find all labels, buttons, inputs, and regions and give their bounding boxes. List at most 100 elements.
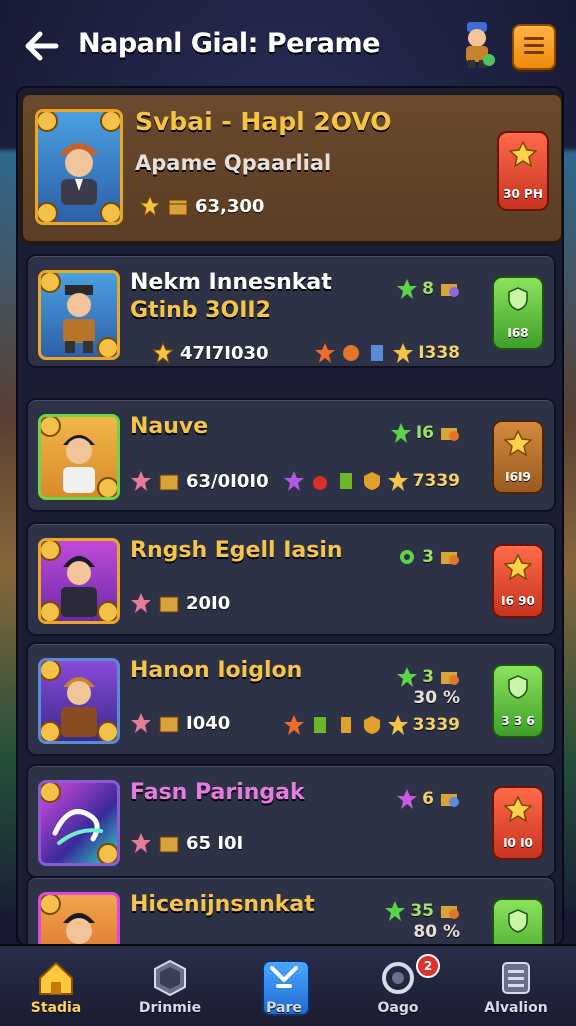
star-badge-icon <box>504 430 532 456</box>
reward-button[interactable]: I6 90 <box>492 544 544 618</box>
extra-value: 3339 <box>412 715 460 735</box>
claim-button[interactable]: 3 3 6 <box>492 664 544 738</box>
back-button[interactable] <box>22 28 62 64</box>
list-item[interactable]: Hicenijnsnnkat 35 80 % <box>26 876 556 944</box>
row-extra: I338 <box>314 342 460 364</box>
pink-star-icon <box>131 833 151 853</box>
loot-icon <box>441 428 459 441</box>
row-stat-value: 63/0I0I0 <box>186 470 269 492</box>
shield-small-icon <box>363 472 380 490</box>
shield-icon <box>508 909 528 933</box>
claim-button-label: I68 <box>507 326 529 340</box>
reward-button-label: I6 90 <box>501 594 535 608</box>
purple-star-icon <box>397 789 418 809</box>
row-reward: I6 <box>390 422 460 444</box>
nav-item-pare[interactable]: Pare <box>234 956 334 1022</box>
list-item[interactable]: Hanon Ioiglon I040 3 30 % 3339 3 3 6 <box>26 642 556 756</box>
extra-value: 7339 <box>412 471 460 491</box>
battle-icon <box>270 966 298 988</box>
list-item[interactable]: Fasn Paringak 65 I0I 6 I0 I0 <box>26 764 556 878</box>
row-stats: 47I7I030 <box>152 342 269 364</box>
notification-badge: 2 <box>416 954 440 978</box>
claim-button[interactable] <box>492 898 544 944</box>
star-badge-icon <box>504 796 532 822</box>
reward-button[interactable]: I0 I0 <box>492 786 544 860</box>
nav-item-drinmie[interactable]: Drinmie <box>120 956 220 1022</box>
loot-icon <box>441 552 459 565</box>
row-stat-value: 20I0 <box>186 592 231 614</box>
character-portrait <box>38 414 120 500</box>
row-stat-value: I040 <box>186 712 231 734</box>
nav-item-stadia[interactable]: Stadia <box>6 956 106 1022</box>
row-title: Hicenijnsnnkat <box>130 892 315 917</box>
reward-note: 80 % <box>413 922 460 942</box>
reward-value: 35 <box>410 901 434 921</box>
gold-star-icon <box>387 715 408 735</box>
card-icon <box>371 345 384 361</box>
reward-button[interactable]: I6I9 <box>492 420 544 494</box>
potion-icon <box>312 476 327 490</box>
header: Napanl Gial: Perame <box>0 0 576 92</box>
shield-small-icon <box>363 716 380 734</box>
list-item[interactable]: Nauve 63/0I0I0 I6 7339 I6I9 <box>26 398 556 512</box>
badge-icon <box>343 345 360 361</box>
row-subtitle: Apame Qpaarlial <box>135 151 332 175</box>
player-avatar-button[interactable] <box>458 20 496 70</box>
character-face-icon <box>59 143 99 205</box>
character-portrait <box>38 658 120 744</box>
gold-star-icon <box>393 343 414 363</box>
reward-button-label: I6I9 <box>505 470 531 484</box>
home-icon <box>39 961 73 995</box>
row-stat-value: 63,300 <box>195 195 265 217</box>
card-icon <box>313 717 326 733</box>
star-icon <box>152 342 174 364</box>
menu-icon <box>524 37 544 40</box>
claim-button[interactable]: I68 <box>492 276 544 350</box>
reward-value: 6 <box>422 789 434 809</box>
list-item[interactable]: Rngsh Egell Iasin 20I0 3 I6 90 <box>26 522 556 636</box>
row-title: Hanon Ioiglon <box>130 658 303 683</box>
extra-value: I338 <box>418 343 460 363</box>
magic-swirl-icon <box>52 809 103 845</box>
reward-value: 8 <box>422 279 434 299</box>
nav-item-alvalion[interactable]: Alvalion <box>466 956 566 1022</box>
character-face-icon <box>61 677 97 737</box>
reward-button-label: 30 PH <box>503 187 543 201</box>
orange-star-icon <box>315 343 336 363</box>
menu-button[interactable] <box>512 24 556 70</box>
row-title: Rngsh Egell Iasin <box>130 538 343 563</box>
green-star-icon <box>385 901 406 921</box>
loot-icon <box>441 284 459 297</box>
reward-value: I6 <box>415 423 434 443</box>
list-item-highlighted[interactable]: Svbai - Hapl 2OVO Apame Qpaarlial 63,300… <box>20 92 562 244</box>
crate-icon <box>159 596 179 613</box>
list-item[interactable]: Nekm Innesnkat Gtinb 3OII2 47I7I030 8 I3… <box>26 254 556 368</box>
potion-icon <box>340 717 351 733</box>
reward-value: 3 <box>422 667 434 687</box>
loot-icon <box>441 672 459 685</box>
star-badge-icon <box>504 554 532 580</box>
row-reward-note: 30 % <box>413 688 460 708</box>
nav-label: Stadia <box>30 1000 82 1016</box>
reward-button-label: I0 I0 <box>503 836 533 850</box>
arrow-left-icon <box>25 31 59 61</box>
crate-icon <box>159 716 179 733</box>
reward-button[interactable]: 30 PH <box>497 131 549 211</box>
pink-star-icon <box>131 593 151 613</box>
card-icon <box>339 473 352 489</box>
gear-icon <box>400 550 415 564</box>
reward-value: 3 <box>422 547 434 567</box>
row-extra: 7339 <box>283 470 460 492</box>
leaderboard-list[interactable]: Svbai - Hapl 2OVO Apame Qpaarlial 63,300… <box>16 86 564 946</box>
nav-label: Oago <box>377 1000 419 1016</box>
row-reward-note: 80 % <box>413 922 460 942</box>
green-star-icon <box>397 279 418 299</box>
pink-star-icon <box>131 471 151 491</box>
purple-star-icon <box>283 471 304 491</box>
bottom-nav: Stadia Drinmie Pare Oago Alvalion <box>0 944 576 1026</box>
star-icon <box>139 195 161 217</box>
character-portrait <box>38 892 120 944</box>
green-star-icon <box>397 667 418 687</box>
row-title: Svbai - Hapl 2OVO <box>135 107 392 136</box>
nav-label: Drinmie <box>138 1000 202 1016</box>
